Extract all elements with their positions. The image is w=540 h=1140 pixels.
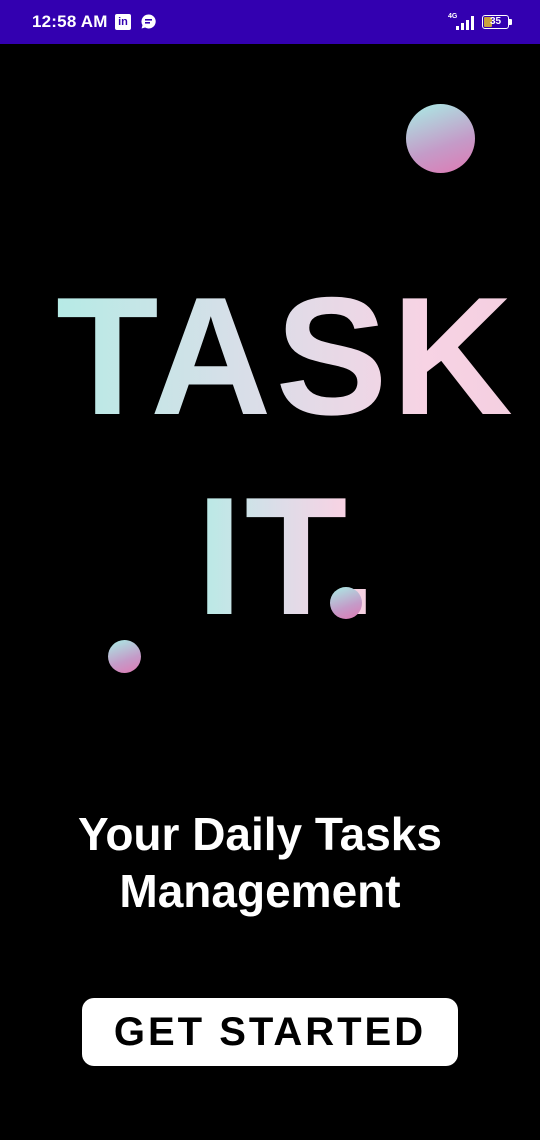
linkedin-icon: in <box>115 14 131 30</box>
tagline-line-2: Management <box>119 865 401 917</box>
decorative-circle-small-right <box>330 587 362 619</box>
logo-title-line-1: TASK <box>56 262 517 450</box>
status-bar: 12:58 AM in 4G 35 <box>0 0 540 44</box>
status-time: 12:58 AM <box>32 12 108 31</box>
tagline: Your Daily Tasks Management <box>40 806 480 920</box>
signal-icon <box>456 16 474 30</box>
chat-icon <box>141 14 156 29</box>
get-started-button[interactable]: GET STARTED <box>82 998 458 1066</box>
splash-screen: 12:58 AM in 4G 35 TASK IT. Your Daily Ta… <box>0 0 540 1140</box>
decorative-circle-large <box>406 104 475 173</box>
decorative-circle-small-left <box>108 640 141 673</box>
battery-level: 35 <box>489 16 502 27</box>
battery-icon: 35 <box>482 15 512 29</box>
tagline-line-1: Your Daily Tasks <box>78 808 442 860</box>
